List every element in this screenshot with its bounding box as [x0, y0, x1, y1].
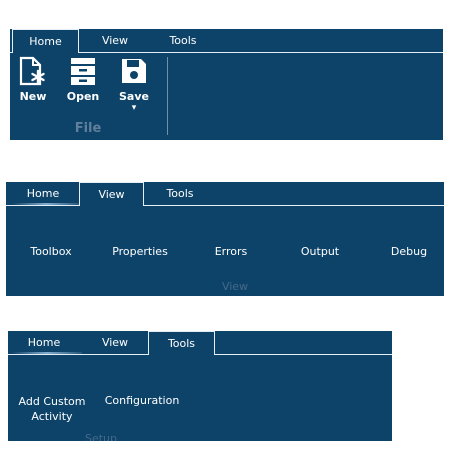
properties-button[interactable]: Properties [106, 245, 174, 258]
ribbon-tab-bar: Home View Tools [6, 182, 444, 206]
add-custom-activity-label-line2: Activity [31, 410, 73, 423]
group-separator [167, 57, 168, 135]
tab-home[interactable]: Home [8, 331, 82, 355]
ribbon-tab-bar: Home View Tools [8, 331, 392, 355]
new-label: New [19, 90, 47, 103]
save-button[interactable]: Save ▾ [115, 56, 153, 118]
tab-tools[interactable]: Tools [148, 331, 215, 355]
debug-button[interactable]: Debug [386, 245, 432, 258]
tab-home[interactable]: Home [12, 29, 79, 53]
output-button[interactable]: Output [294, 245, 346, 258]
open-button[interactable]: Open [64, 56, 102, 106]
configuration-button[interactable]: Configuration [104, 394, 180, 407]
add-custom-activity-label-line1: Add Custom [18, 395, 86, 408]
add-custom-activity-button[interactable]: Add Custom Activity [18, 394, 86, 424]
tab-view[interactable]: View [96, 29, 134, 53]
new-button[interactable]: New [14, 56, 52, 106]
toolbox-button[interactable]: Toolbox [20, 245, 82, 258]
errors-button[interactable]: Errors [208, 245, 254, 258]
tab-home[interactable]: Home [8, 182, 80, 206]
tab-tools[interactable]: Tools [165, 29, 201, 53]
new-document-icon [19, 56, 45, 86]
tab-tools[interactable]: Tools [162, 182, 198, 206]
group-label-setup: Setup [84, 432, 118, 441]
save-label: Save [119, 90, 149, 103]
file-cabinet-icon [71, 58, 95, 85]
tab-view[interactable]: View [96, 331, 134, 355]
group-label-file: File [74, 121, 102, 136]
ribbon-tab-bar: Home View Tools [10, 29, 443, 53]
floppy-disk-icon [122, 59, 146, 83]
open-label: Open [66, 90, 100, 103]
tab-view[interactable]: View [79, 182, 144, 206]
ribbon-tools: Home View Tools Add Custom Activity Conf… [8, 331, 392, 441]
ribbon-view: Home View Tools Toolbox Properties Error… [6, 182, 444, 296]
chevron-down-icon[interactable]: ▾ [115, 103, 153, 113]
group-label-view: View [221, 280, 249, 293]
ribbon-home: Home View Tools New Open Save ▾ File [10, 29, 443, 140]
